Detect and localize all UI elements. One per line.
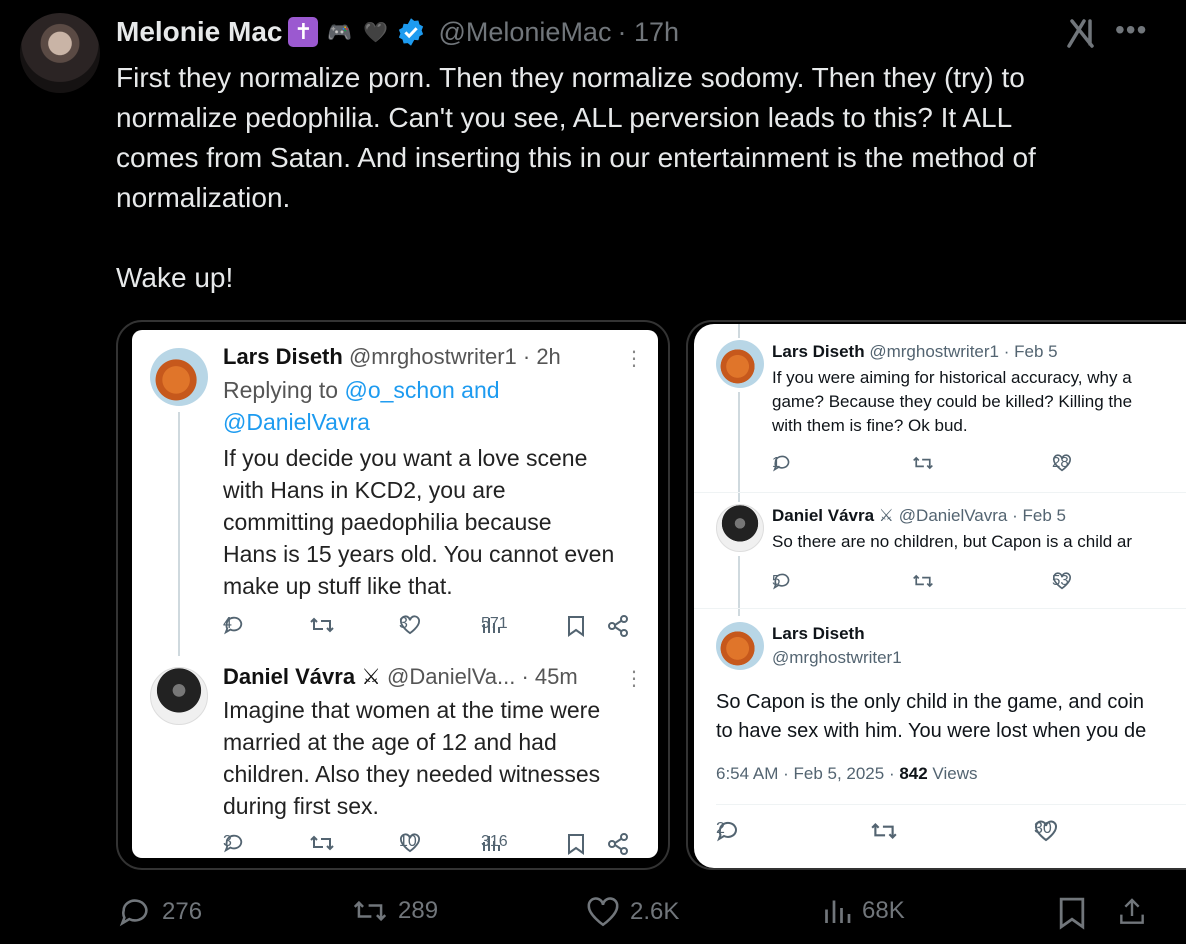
replying-to-prefix: Replying to xyxy=(223,377,345,403)
retweet-icon xyxy=(912,572,934,590)
avatar xyxy=(716,622,764,670)
quoted-tweet-actions: 3 10 316 xyxy=(223,833,643,858)
quoted-author-name: Lars Diseth xyxy=(223,344,343,369)
avatar xyxy=(716,340,764,388)
like-count: 10 xyxy=(399,833,421,853)
divider xyxy=(694,608,1186,609)
replying-to-link: @DanielVavra xyxy=(223,409,370,435)
reply-count: 4 xyxy=(223,615,245,635)
quoted-tweet-body: So there are no children, but Capon is a… xyxy=(772,532,1133,551)
quoted-author-line: Daniel Vávra ⚔ @DanielVa... · 45m xyxy=(223,664,578,690)
media-image-1[interactable]: Lars Diseth @mrghostwriter1 · 2h ⋮ Reply… xyxy=(116,320,670,870)
avatar xyxy=(150,667,208,725)
share-button[interactable] xyxy=(1116,896,1148,928)
author-name[interactable]: Melonie Mac xyxy=(116,16,282,48)
tweet-header: Melonie Mac ✝ 🎮 🖤 @MelonieMac · 17h xyxy=(116,14,679,50)
quoted-tweet-actions: 1 28 xyxy=(772,454,1186,476)
author-avatar[interactable] xyxy=(20,13,100,93)
like-button[interactable]: 2.6K xyxy=(586,896,679,928)
view-count: 316 xyxy=(481,833,508,851)
bookmark-icon xyxy=(567,833,585,855)
quoted-author-name: Daniel Vávra ⚔ xyxy=(223,664,381,689)
like-count: 53 xyxy=(1052,572,1071,590)
more-options-icon: ⋮ xyxy=(624,348,644,370)
quoted-author-handle-time: @DanielVavra · Feb 5 xyxy=(898,506,1066,525)
view-count: 571 xyxy=(481,615,508,633)
thread-line xyxy=(178,412,180,656)
avatar xyxy=(150,348,208,406)
avatar xyxy=(716,504,764,552)
views-button[interactable]: 68K xyxy=(822,896,905,926)
quoted-author-line: Lars Diseth @mrghostwriter1 · Feb 5 xyxy=(772,342,1058,362)
main-tweet-actions: 2 30 xyxy=(716,820,1176,846)
quoted-author-name: Daniel Vávra xyxy=(772,506,875,525)
like-count: 2.6K xyxy=(630,898,680,925)
bookmark-icon xyxy=(567,615,585,637)
quoted-author-name: Lars Diseth xyxy=(772,342,865,361)
share-icon xyxy=(607,615,629,637)
retweet-button[interactable]: 289 xyxy=(352,896,438,926)
reply-button[interactable]: 276 xyxy=(118,896,202,928)
main-author-handle: @mrghostwriter1 xyxy=(772,648,902,667)
screenshot-tweet-thread: Lars Diseth @mrghostwriter1 · 2h ⋮ Reply… xyxy=(132,330,658,858)
divider xyxy=(694,492,1186,493)
reply-count: 5 xyxy=(772,572,792,590)
retweet-count: 289 xyxy=(398,897,439,924)
media-image-2[interactable]: Lars Diseth @mrghostwriter1 · Feb 5 If y… xyxy=(686,320,1186,870)
reply-count: 1 xyxy=(772,454,792,472)
tweet-time[interactable]: · 17h xyxy=(617,17,679,48)
retweet-icon xyxy=(870,820,898,842)
quoted-tweet-body: Imagine that women at the time were marr… xyxy=(223,697,601,819)
retweet-icon xyxy=(912,454,934,472)
tweet-actions: 276 289 2.6K 68K xyxy=(116,896,1156,936)
main-tweet-body: So Capon is the only child in the game, … xyxy=(716,691,1147,742)
thread-line xyxy=(738,392,740,502)
swords-icon: ⚔ xyxy=(878,506,895,525)
quoted-tweet-actions: 4 3 571 xyxy=(223,615,643,641)
quoted-tweet-body: If you were aiming for historical accura… xyxy=(772,368,1133,435)
replying-to: Replying to @o_schon and @DanielVavra xyxy=(223,374,643,438)
more-options-icon: ⋮ xyxy=(624,668,644,690)
author-handle[interactable]: @MelonieMac xyxy=(438,17,611,48)
quoted-tweet-body: If you decide you want a love scene with… xyxy=(223,445,615,599)
like-count: 3 xyxy=(399,615,421,635)
screenshot-tweet-thread: Lars Diseth @mrghostwriter1 · Feb 5 If y… xyxy=(694,324,1186,868)
black-heart-emoji-icon: 🖤 xyxy=(363,21,388,44)
retweet-icon xyxy=(309,615,335,635)
like-count: 28 xyxy=(1052,454,1071,472)
verified-badge-icon xyxy=(396,17,426,47)
quoted-author-handle-time: @mrghostwriter1 · 2h xyxy=(348,344,561,369)
reply-count: 3 xyxy=(223,833,245,853)
thread-line xyxy=(738,556,740,616)
tweet-text: First they normalize porn. Then they nor… xyxy=(116,62,1036,293)
more-options-icon[interactable]: ••• xyxy=(1115,14,1147,46)
thread-line xyxy=(738,324,740,338)
divider xyxy=(716,804,1186,805)
reply-count: 2 xyxy=(716,820,740,842)
quoted-author-line: Lars Diseth @mrghostwriter1 · 2h xyxy=(223,344,561,370)
quoted-author-handle-time: @DanielVa... · 45m xyxy=(387,664,578,689)
grok-icon[interactable] xyxy=(1064,16,1098,50)
quoted-author-handle-time: @mrghostwriter1 · Feb 5 xyxy=(869,342,1058,361)
replying-to-link: @o_schon and xyxy=(344,377,500,403)
quoted-author-line: Daniel Vávra ⚔ @DanielVavra · Feb 5 xyxy=(772,506,1066,526)
reply-count: 276 xyxy=(162,898,203,925)
view-count: 68K xyxy=(862,897,905,924)
tweet-meta: 6:54 AM · Feb 5, 2025 · 842 Views xyxy=(716,764,978,783)
bookmark-button[interactable] xyxy=(1058,896,1086,930)
quoted-tweet-actions: 5 53 xyxy=(772,572,1186,594)
retweet-icon xyxy=(309,833,335,853)
main-author-name: Lars Diseth xyxy=(772,624,865,643)
game-controller-emoji-icon: 🎮 xyxy=(327,21,352,44)
cross-emoji-icon: ✝ xyxy=(288,17,319,47)
like-count: 30 xyxy=(1034,820,1058,842)
share-icon xyxy=(607,833,629,855)
